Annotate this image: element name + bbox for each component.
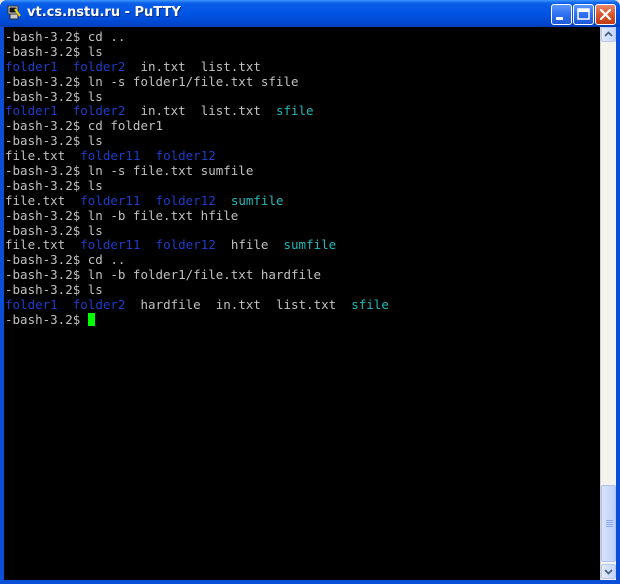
directory-name: folder1 xyxy=(5,58,58,74)
maximize-button[interactable] xyxy=(573,4,594,25)
terminal-line: -bash-3.2$ ln -s folder1/file.txt sfile xyxy=(5,73,389,90)
terminal-line: -bash-3.2$ ln -b folder1/file.txt hardfi… xyxy=(5,267,389,283)
directory-name: folder1 xyxy=(5,297,58,313)
symlink-name: sfile xyxy=(275,103,314,119)
directory-name: folder2 xyxy=(72,58,126,74)
terminal-line: -bash-3.2$ cd .. xyxy=(5,29,389,45)
scroll-down-button[interactable] xyxy=(601,564,616,579)
terminal-text: -bash-3.2$ ls xyxy=(5,88,103,104)
terminal-line: -bash-3.2$ ls xyxy=(5,133,389,149)
terminal-line: folder1 folder2 in.txt list.txt sfile xyxy=(5,104,389,119)
scrollbar-thumb[interactable] xyxy=(601,485,616,562)
symlink-name: sumfile xyxy=(283,237,337,253)
close-button[interactable] xyxy=(595,4,616,25)
arrow-up-icon xyxy=(604,31,613,37)
terminal-text: in.txt list.txt xyxy=(125,103,276,119)
terminal-text: hardfile in.txt list.txt xyxy=(125,297,352,313)
terminal-text: -bash-3.2$ cd folder1 xyxy=(5,118,164,134)
terminal-line: -bash-3.2$ cd .. xyxy=(5,252,389,268)
terminal-text: -bash-3.2$ ls xyxy=(5,133,103,149)
arrow-down-icon xyxy=(604,569,613,575)
symlink-name: sumfile xyxy=(230,192,284,208)
terminal-text: -bash-3.2$ ls xyxy=(5,177,103,193)
terminal-text: -bash-3.2$ xyxy=(5,311,88,327)
terminal-text: -bash-3.2$ ln -b folder1/file.txt hardfi… xyxy=(5,267,322,283)
directory-name: folder2 xyxy=(72,103,126,119)
directory-name: folder2 xyxy=(72,297,126,313)
terminal-cursor xyxy=(87,312,95,326)
terminal-line: -bash-3.2$ ls xyxy=(5,222,389,239)
terminal-line: folder1 folder2 hardfile in.txt list.txt… xyxy=(5,297,389,313)
window-title: vt.cs.nstu.ru - PuTTY xyxy=(27,5,181,20)
minimize-button[interactable] xyxy=(551,4,572,25)
terminal-text: -bash-3.2$ ln -b file.txt hfile xyxy=(5,207,239,223)
terminal-text: -bash-3.2$ cd .. xyxy=(5,29,126,44)
close-icon xyxy=(599,8,612,21)
directory-name: folder12 xyxy=(155,148,216,164)
directory-name: folder1 xyxy=(5,103,58,119)
terminal-text: file.txt xyxy=(5,192,81,208)
terminal-text: hfile xyxy=(215,237,284,253)
terminal-text: -bash-3.2$ ls xyxy=(5,222,103,238)
terminal-text: -bash-3.2$ ln -s file.txt sumfile xyxy=(5,163,254,179)
terminal-area[interactable]: -bash-3.2$ cd .. -bash-3.2$ ls folder1 fol… xyxy=(4,27,600,580)
terminal-text: -bash-3.2$ cd .. xyxy=(5,252,126,268)
terminal-line: file.txt folder11 folder12 hfile sumfile xyxy=(5,238,389,253)
terminal-line: -bash-3.2$ ls xyxy=(5,88,389,105)
terminal-text: in.txt list.txt xyxy=(125,58,261,74)
terminal-line: -bash-3.2$ ln -s file.txt sumfile xyxy=(5,163,389,179)
putty-window: vt.cs.nstu.ru - PuTTY -bash-3.2$ cd .. -b… xyxy=(0,0,620,584)
directory-name: folder11 xyxy=(80,237,141,253)
directory-name: folder12 xyxy=(155,237,216,253)
terminal-output: -bash-3.2$ cd .. -bash-3.2$ ls folder1 fol… xyxy=(5,29,389,328)
terminal-line: -bash-3.2$ ls xyxy=(5,282,389,298)
directory-name: folder11 xyxy=(80,148,141,164)
directory-name: folder11 xyxy=(80,192,141,208)
terminal-line: -bash-3.2$ ln -b file.txt hfile xyxy=(5,207,389,224)
terminal-line: -bash-3.2$ ls xyxy=(5,177,389,194)
title-bar[interactable]: vt.cs.nstu.ru - PuTTY xyxy=(0,0,620,27)
terminal-line: -bash-3.2$ ls xyxy=(5,43,389,60)
terminal-line: -bash-3.2$ xyxy=(5,311,389,328)
terminal-line: file.txt folder11 folder12 xyxy=(5,148,389,164)
putty-terminal-icon[interactable] xyxy=(6,5,22,21)
terminal-line: file.txt folder11 folder12 sumfile xyxy=(5,192,389,209)
terminal-line: folder1 folder2 in.txt list.txt xyxy=(5,58,389,75)
terminal-text: file.txt xyxy=(5,148,81,164)
terminal-text: -bash-3.2$ ln -s folder1/file.txt sfile xyxy=(5,73,299,89)
maximize-icon xyxy=(577,8,590,20)
symlink-name: sfile xyxy=(351,297,389,313)
minimize-icon xyxy=(556,17,563,20)
vertical-scrollbar[interactable] xyxy=(600,27,616,580)
scroll-up-button[interactable] xyxy=(601,27,616,42)
terminal-line: -bash-3.2$ cd folder1 xyxy=(5,118,389,134)
terminal-text: -bash-3.2$ ls xyxy=(5,282,103,298)
terminal-text: -bash-3.2$ ls xyxy=(5,43,103,59)
directory-name: folder12 xyxy=(155,192,216,208)
terminal-text: file.txt xyxy=(5,237,81,253)
